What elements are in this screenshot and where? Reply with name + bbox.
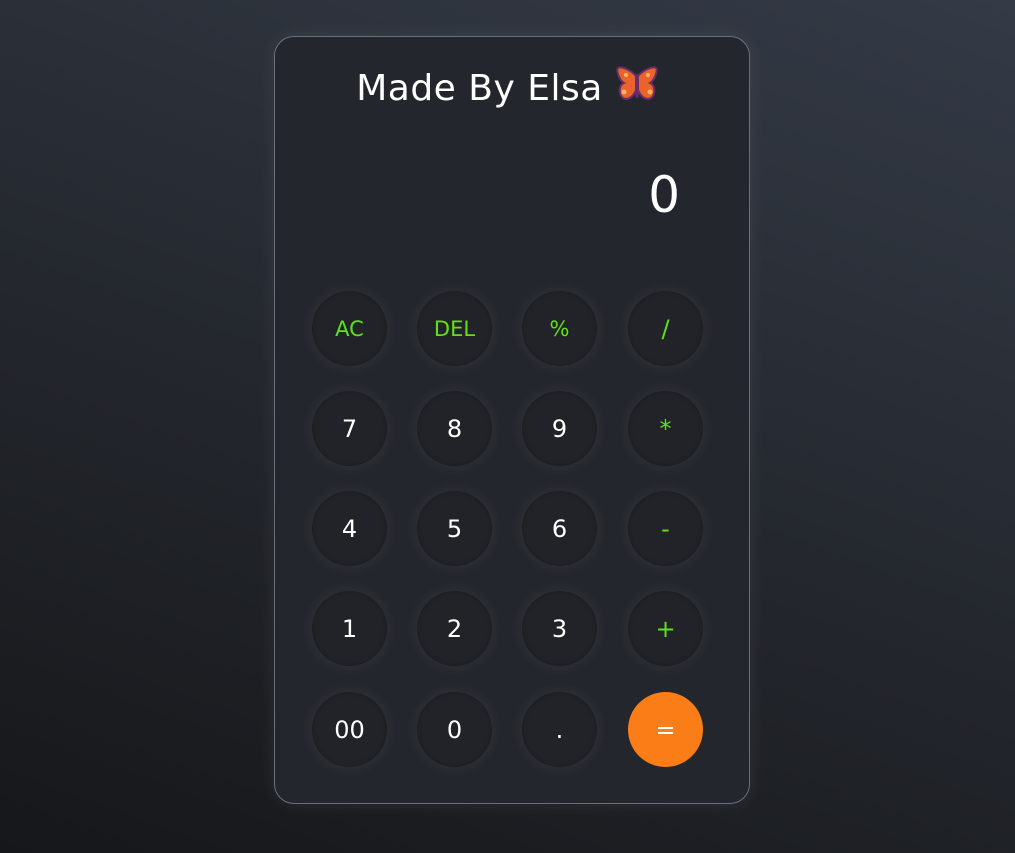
digit-2-button[interactable]: 2 <box>417 591 492 666</box>
digit-9-button[interactable]: 9 <box>522 391 597 466</box>
app-title-text: Made By Elsa <box>356 68 603 109</box>
divide-button[interactable]: / <box>628 291 703 366</box>
calculator-display: 0 <box>648 166 680 224</box>
digit-6-button[interactable]: 6 <box>522 491 597 566</box>
equals-button[interactable]: = <box>628 692 703 767</box>
digit-5-button[interactable]: 5 <box>417 491 492 566</box>
add-button[interactable]: + <box>628 591 703 666</box>
percent-button[interactable]: % <box>522 291 597 366</box>
digit-4-button[interactable]: 4 <box>312 491 387 566</box>
subtract-button[interactable]: - <box>628 491 703 566</box>
digit-7-button[interactable]: 7 <box>312 391 387 466</box>
digit-8-button[interactable]: 8 <box>417 391 492 466</box>
multiply-button[interactable]: * <box>628 391 703 466</box>
all-clear-button[interactable]: AC <box>312 291 387 366</box>
digit-3-button[interactable]: 3 <box>522 591 597 666</box>
digit-0-button[interactable]: 0 <box>417 692 492 767</box>
app-title: Made By Elsa <box>0 66 1015 109</box>
butterfly-icon <box>615 66 659 106</box>
delete-button[interactable]: DEL <box>417 291 492 366</box>
digit-1-button[interactable]: 1 <box>312 591 387 666</box>
double-zero-button[interactable]: 00 <box>312 692 387 767</box>
decimal-point-button[interactable]: . <box>522 692 597 767</box>
